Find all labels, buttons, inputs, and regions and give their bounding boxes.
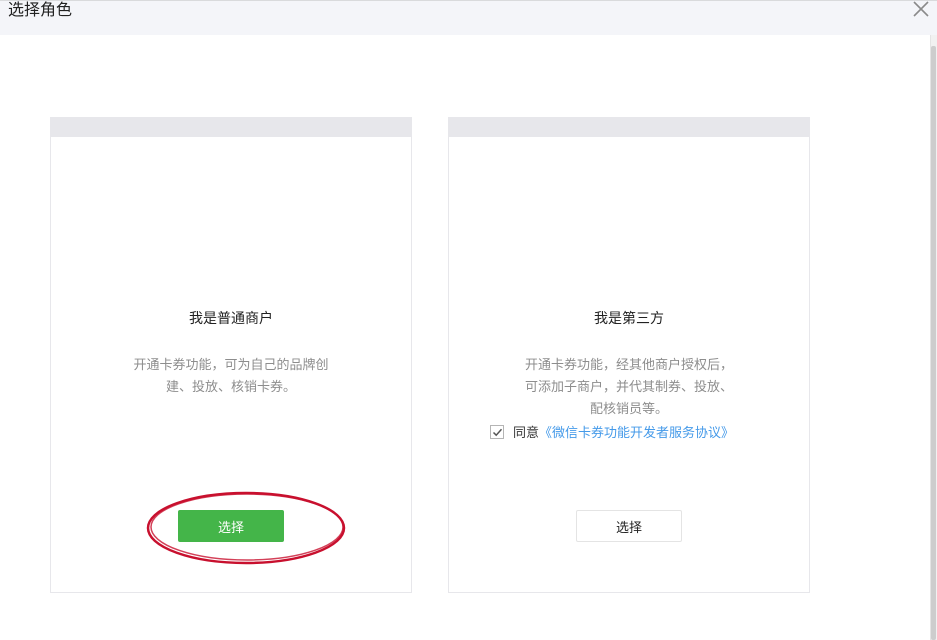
agree-checkbox[interactable] [490,424,504,439]
select-third-party-button[interactable]: 选择 [576,510,682,542]
select-merchant-button[interactable]: 选择 [178,510,284,542]
role-card-merchant: 我是普通商户 开通卡券功能，可为自己的品牌创 建、投放、核销卡券。 选择 [50,117,412,593]
scrollbar-thumb[interactable] [931,46,936,640]
card-description-line: 建、投放、核销卡券。 [165,380,296,395]
agreement-row: 同意 《微信卡券功能开发者服务协议》 [490,422,734,441]
card-title: 我是普通商户 [189,311,273,327]
role-card-third-party: 我是第三方 开通卡券功能，经其他商户授权后， 可添加子商户，并代其制券、投放、 … [448,117,810,593]
check-icon [492,428,503,436]
card-top-bar [51,118,411,137]
select-role-dialog: 选择角色 我是普通商户 开通卡券功能，可为自己的品牌创 建、投放、核销卡券。 选… [0,0,937,640]
close-icon [913,1,929,17]
card-description: 开通卡券功能，可为自己的品牌创 建、投放、核销卡券。 [51,355,411,399]
card-description-line: 配核销员等。 [589,402,668,417]
dialog-title: 选择角色 [8,0,73,19]
card-top-bar [449,118,809,137]
close-button[interactable] [909,0,933,20]
card-description-line: 开通卡券功能，经其他商户授权后， [524,358,733,373]
card-description-line: 可添加子商户，并代其制券、投放、 [524,380,733,395]
card-description: 开通卡券功能，经其他商户授权后， 可添加子商户，并代其制券、投放、 配核销员等。 [449,355,809,421]
card-description-line: 开通卡券功能，可为自己的品牌创 [133,358,329,373]
dialog-header: 选择角色 [0,0,937,35]
agreement-link[interactable]: 《微信卡券功能开发者服务协议》 [539,422,734,441]
card-title: 我是第三方 [594,311,664,327]
agree-label: 同意 [513,426,540,441]
